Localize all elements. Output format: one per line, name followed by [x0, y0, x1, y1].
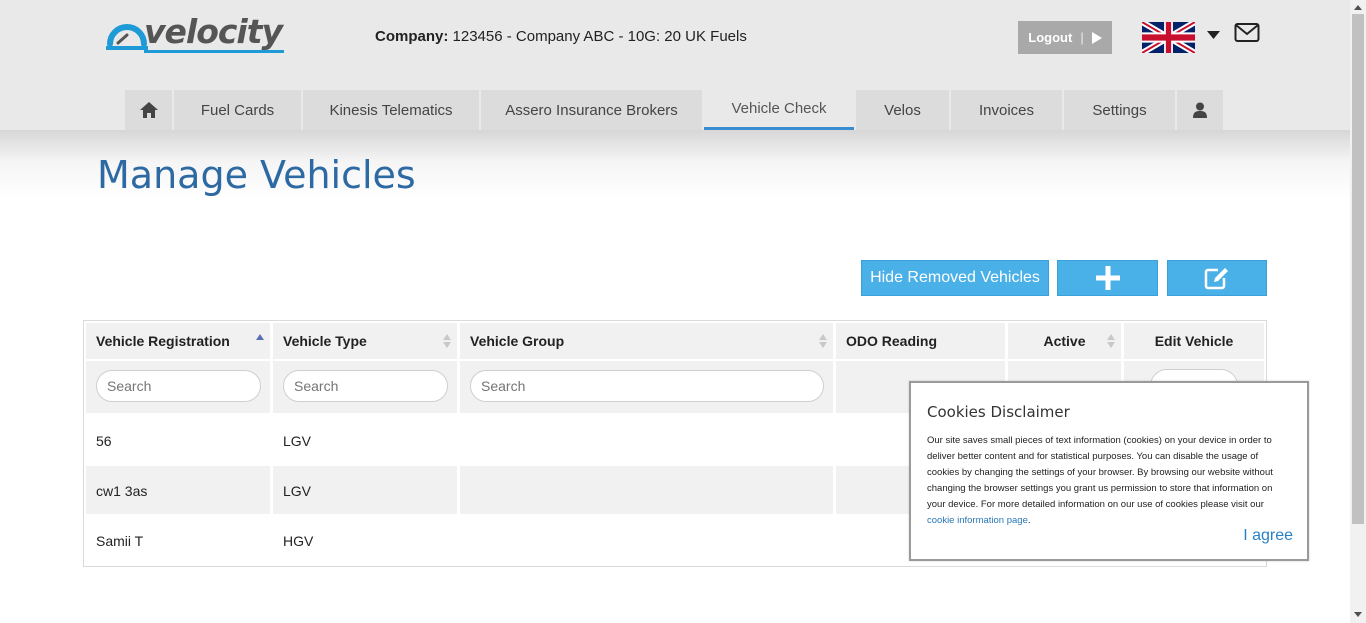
nav-invoices[interactable]: Invoices [951, 90, 1062, 130]
uk-flag-icon[interactable] [1142, 22, 1195, 53]
cell-registration: 56 [96, 433, 112, 449]
plus-icon [1095, 266, 1120, 290]
sort-icon [1107, 334, 1115, 348]
cookie-title: Cookies Disclaimer [927, 403, 1070, 421]
cookie-text: Our site saves small pieces of text info… [927, 435, 1273, 510]
hide-removed-label: Hide Removed Vehicles [870, 269, 1040, 286]
sort-asc-icon [256, 334, 264, 340]
cookie-body: Our site saves small pieces of text info… [927, 433, 1287, 529]
cell-type: HGV [283, 533, 314, 549]
scroll-up-icon[interactable] [1353, 3, 1363, 13]
cookie-information-link[interactable]: cookie information page [927, 515, 1028, 526]
cell-registration: Samii T [96, 533, 144, 549]
nav-fuel-cards[interactable]: Fuel Cards [174, 90, 301, 130]
cookie-text-end: . [1027, 515, 1031, 526]
hide-removed-vehicles-button[interactable]: Hide Removed Vehicles [861, 260, 1049, 296]
column-header-label: ODO Reading [846, 333, 938, 349]
logo[interactable]: velocity [104, 12, 284, 54]
nav-settings[interactable]: Settings [1064, 90, 1175, 130]
edit-icon [1204, 268, 1228, 290]
group-search-input[interactable] [470, 370, 824, 402]
nav-label: Kinesis Telematics [329, 101, 453, 119]
cookie-disclaimer-dialog: Cookies Disclaimer Our site saves small … [909, 381, 1309, 561]
edit-vehicles-button[interactable] [1167, 260, 1267, 296]
caret-down-icon[interactable] [1207, 31, 1220, 39]
column-header-label: Vehicle Registration [96, 333, 230, 349]
column-header-odo[interactable]: ODO Reading [836, 323, 1005, 359]
nav-assero-insurance[interactable]: Assero Insurance Brokers [481, 90, 702, 130]
company-info: Company: 123456 - Company ABC - 10G: 20 … [375, 28, 747, 45]
nav-label: Settings [1092, 101, 1147, 119]
sort-icon [443, 334, 451, 348]
add-vehicle-button[interactable] [1057, 260, 1158, 296]
user-icon [1193, 102, 1207, 118]
nav-home[interactable] [125, 90, 172, 130]
logout-label: Logout [1028, 30, 1073, 45]
logo-underline [144, 50, 284, 53]
page-title: Manage Vehicles [97, 153, 416, 197]
cell-type: LGV [283, 483, 312, 499]
logout-button[interactable]: Logout | [1018, 21, 1112, 54]
column-header-active[interactable]: Active [1008, 323, 1121, 359]
registration-search-input[interactable] [96, 370, 261, 402]
column-header-edit: Edit Vehicle [1124, 323, 1264, 359]
nav-label: Assero Insurance Brokers [505, 101, 678, 119]
column-divider [833, 466, 836, 514]
company-value: 123456 - Company ABC - 10G: 20 UK Fuels [452, 28, 747, 45]
logout-separator: | [1080, 30, 1084, 45]
home-icon [139, 102, 158, 118]
nav-label: Velos [884, 101, 921, 119]
scrollbar-thumb[interactable] [1352, 14, 1364, 524]
mail-icon[interactable] [1234, 22, 1260, 44]
sort-icon [819, 334, 827, 348]
column-divider [270, 466, 273, 514]
column-header-label: Vehicle Group [470, 333, 565, 349]
nav-label: Fuel Cards [200, 101, 275, 119]
play-icon [1091, 31, 1102, 44]
nav-user[interactable] [1177, 90, 1223, 130]
column-header-registration[interactable]: Vehicle Registration [86, 323, 270, 359]
nav-kinesis-telematics[interactable]: Kinesis Telematics [303, 90, 479, 130]
cell-registration: cw1 3as [96, 483, 148, 499]
column-header-label: Edit Vehicle [1154, 333, 1234, 349]
column-header-group[interactable]: Vehicle Group [460, 323, 833, 359]
type-search-input[interactable] [283, 370, 448, 402]
scroll-down-icon[interactable] [1353, 609, 1363, 619]
logo-text: velocity [144, 12, 283, 51]
column-header-type[interactable]: Vehicle Type [273, 323, 457, 359]
nav-label: Invoices [978, 101, 1035, 119]
nav-velos[interactable]: Velos [856, 90, 949, 130]
column-divider [457, 466, 460, 514]
company-label: Company: [375, 28, 449, 45]
i-agree-button[interactable]: I agree [1243, 527, 1293, 545]
column-header-label: Active [1043, 333, 1086, 349]
nav-label: Vehicle Check [731, 100, 827, 117]
column-header-label: Vehicle Type [283, 333, 367, 349]
cell-type: LGV [283, 433, 312, 449]
nav-vehicle-check[interactable]: Vehicle Check [704, 90, 854, 130]
